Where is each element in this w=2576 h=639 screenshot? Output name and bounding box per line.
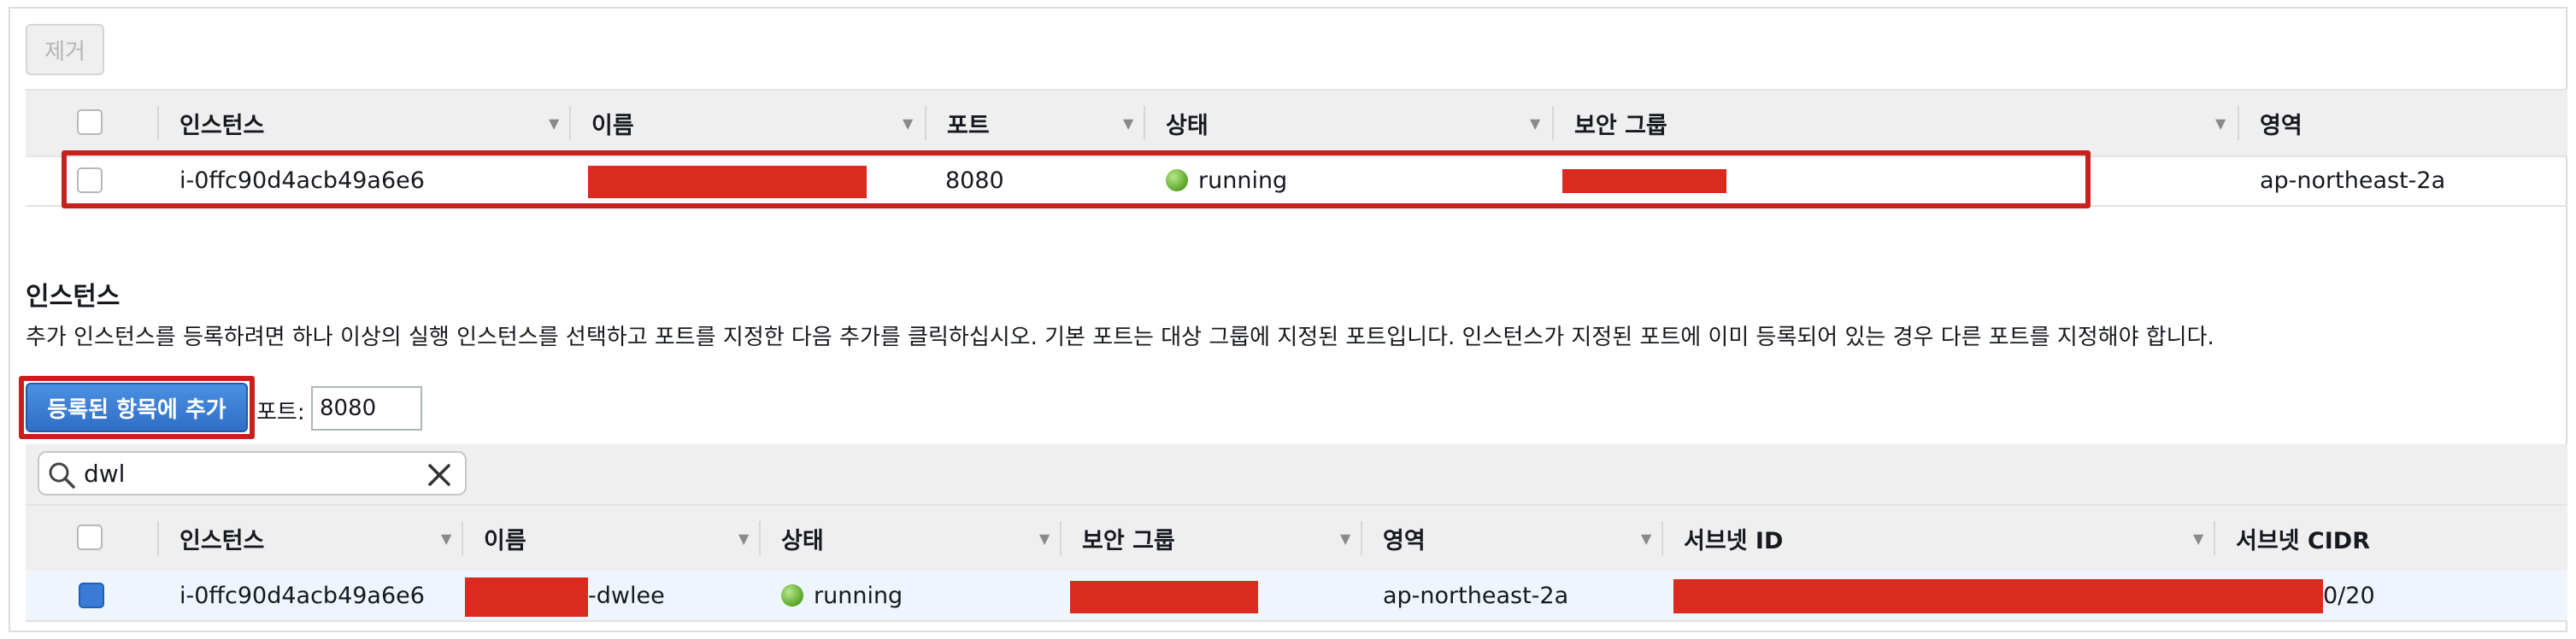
available-table-header: 인스턴스 ▼ 이름 ▼ 상태 ▼ 보안 그룹 ▼ 영역 ▼ 서브넷 ID ▼ 서…	[26, 504, 2567, 572]
col-instance-label: 인스턴스	[179, 112, 265, 139]
col-zone-label: 영역	[2260, 112, 2303, 139]
sort-caret-icon[interactable]: ▼	[2215, 91, 2226, 155]
column-divider	[2238, 106, 2239, 140]
search-input[interactable]: dwl	[38, 451, 467, 495]
highlight-box	[62, 150, 2091, 208]
col-subnet-id[interactable]: 서브넷 ID	[1684, 506, 1783, 571]
column-divider	[157, 521, 159, 555]
column-divider	[1361, 521, 1362, 555]
search-value: dwl	[84, 460, 126, 488]
status-running-icon	[781, 584, 803, 607]
sort-caret-icon[interactable]: ▼	[1641, 506, 1651, 571]
name-suffix: -dwlee	[588, 582, 665, 609]
remove-button[interactable]: 제거	[26, 24, 104, 75]
sort-caret-icon[interactable]: ▼	[441, 506, 451, 571]
col-status[interactable]: 상태	[1166, 91, 1209, 155]
col-security-group-label: 보안 그룹	[1082, 527, 1175, 554]
column-divider	[759, 521, 761, 555]
col-subnet-cidr[interactable]: 서브넷 CIDR	[2236, 506, 2370, 571]
section-title: 인스턴스	[26, 282, 121, 312]
col-status-label: 상태	[781, 527, 824, 554]
redacted-subnet-id	[1673, 579, 2323, 613]
column-divider	[925, 106, 926, 140]
col-security-group[interactable]: 보안 그룹	[1574, 91, 1667, 155]
col-name-label: 이름	[591, 112, 634, 139]
port-label: 포트:	[256, 400, 305, 425]
col-instance[interactable]: 인스턴스	[179, 506, 264, 571]
sort-caret-icon[interactable]: ▼	[2193, 506, 2203, 571]
instance-id: i-0ffc90d4acb49a6e6	[179, 582, 425, 609]
col-zone[interactable]: 영역	[2260, 91, 2303, 155]
column-divider	[1552, 106, 1554, 140]
col-instance-label: 인스턴스	[179, 527, 265, 554]
column-divider	[1060, 521, 1062, 555]
sort-caret-icon[interactable]: ▼	[903, 91, 913, 155]
redacted-security-group	[1070, 581, 1258, 613]
instance-row[interactable]: i-0ffc90d4acb49a6e6 -dwlee running ap-no…	[26, 571, 2567, 620]
col-zone-label: 영역	[1383, 527, 1426, 554]
redacted-name	[465, 577, 588, 617]
zone-value: ap-northeast-2a	[2260, 167, 2446, 194]
zone-value: ap-northeast-2a	[1383, 582, 1569, 609]
column-divider	[1144, 106, 1145, 140]
sort-caret-icon[interactable]: ▼	[1530, 91, 1540, 155]
col-subnet-cidr-label: 서브넷 CIDR	[2236, 527, 2370, 554]
col-security-group[interactable]: 보안 그룹	[1082, 506, 1175, 571]
sort-caret-icon[interactable]: ▼	[1340, 506, 1350, 571]
highlight-box	[19, 376, 255, 439]
column-divider	[157, 106, 159, 140]
column-divider	[462, 521, 463, 555]
row-checkbox-checked[interactable]	[79, 583, 104, 608]
col-security-group-label: 보안 그룹	[1574, 112, 1667, 139]
registered-table-header: 인스턴스 ▼ 이름 ▼ 포트 ▼ 상태 ▼ 보안 그룹 ▼ 영역	[26, 89, 2567, 157]
col-name[interactable]: 이름	[591, 91, 634, 155]
column-divider	[569, 106, 571, 140]
col-subnet-id-label: 서브넷 ID	[1684, 527, 1784, 554]
col-instance[interactable]: 인스턴스	[179, 91, 264, 155]
port-input[interactable]	[311, 386, 422, 431]
select-all-checkbox[interactable]	[77, 525, 103, 550]
sort-caret-icon[interactable]: ▼	[549, 91, 559, 155]
select-all-checkbox[interactable]	[77, 109, 103, 135]
col-status-label: 상태	[1166, 112, 1209, 139]
row-divider	[26, 620, 2567, 622]
search-icon	[49, 462, 75, 489]
col-name-label: 이름	[484, 527, 526, 554]
column-divider	[1661, 521, 1663, 555]
sort-caret-icon[interactable]: ▼	[1039, 506, 1050, 571]
col-port-label: 포트	[947, 112, 990, 139]
section-description: 추가 인스턴스를 등록하려면 하나 이상의 실행 인스턴스를 선택하고 포트를 …	[26, 325, 2214, 350]
col-name[interactable]: 이름	[484, 506, 526, 571]
sort-caret-icon[interactable]: ▼	[1123, 91, 1133, 155]
col-status[interactable]: 상태	[781, 506, 824, 571]
sort-caret-icon[interactable]: ▼	[738, 506, 749, 571]
col-zone[interactable]: 영역	[1383, 506, 1426, 571]
cidr-suffix: 0/20	[2323, 582, 2375, 609]
status-cell: running	[781, 571, 903, 620]
column-divider	[2214, 521, 2215, 555]
col-port[interactable]: 포트	[947, 91, 990, 155]
clear-icon[interactable]	[426, 461, 453, 489]
status-text: running	[814, 582, 903, 609]
